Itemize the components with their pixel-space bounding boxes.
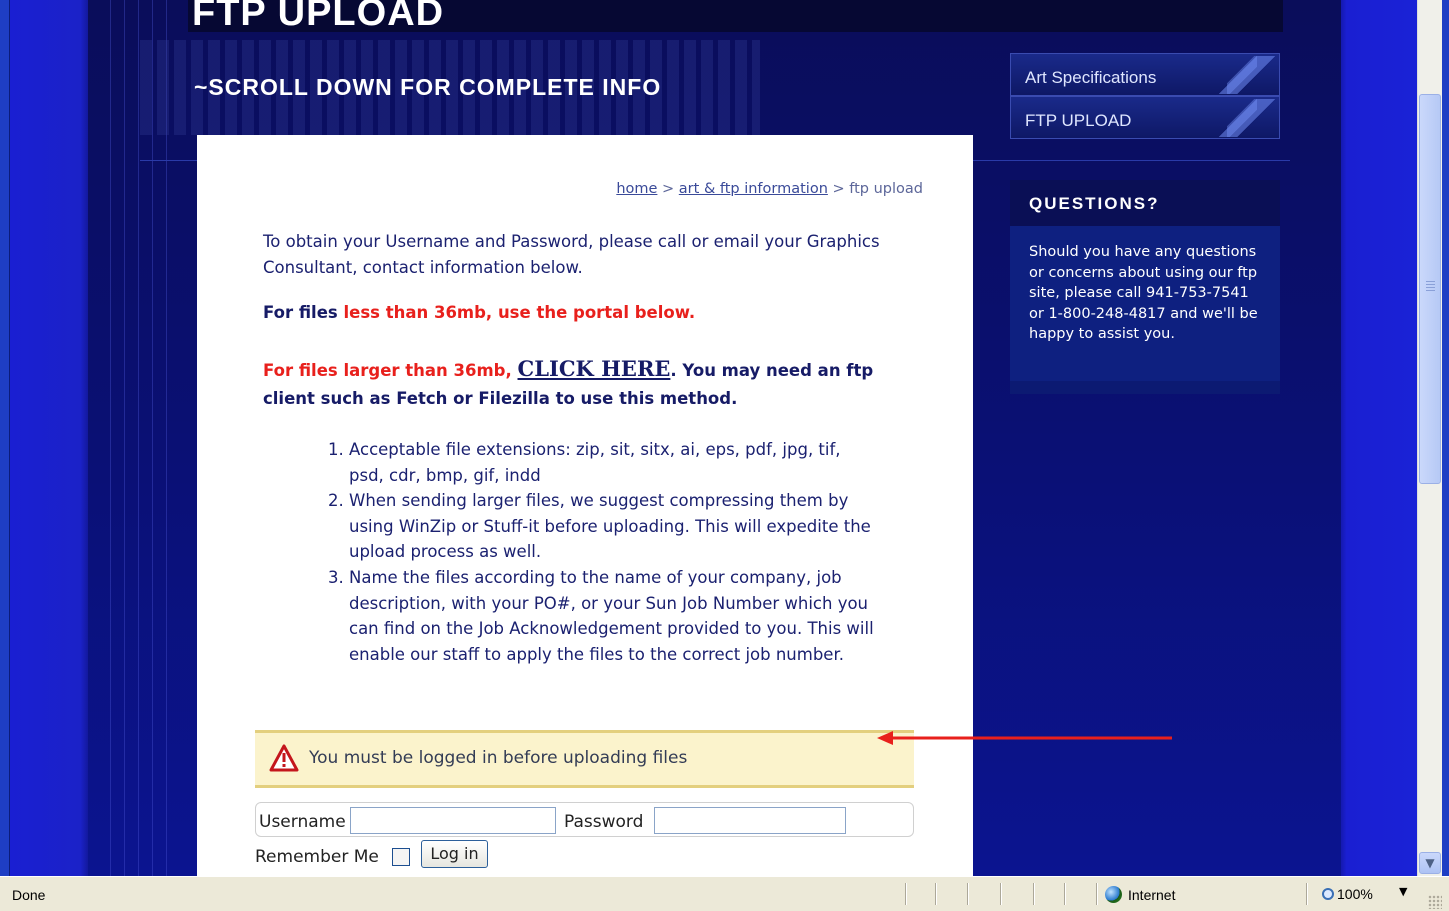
warning-icon [269,744,299,772]
intro-text: To obtain your Username and Password, pl… [263,232,880,277]
status-separator [1064,883,1065,905]
breadcrumb-separator: > [832,181,845,197]
resize-grip-icon[interactable] [1428,895,1442,909]
status-separator [1000,883,1001,905]
security-zone: Internet [1105,886,1175,903]
password-label: Password [564,812,644,832]
breadcrumb: home > art & ftp information > ftp uploa… [616,181,923,197]
questions-heading: QUESTIONS? [1010,180,1280,226]
breadcrumb-separator: > [662,181,675,197]
click-here-link[interactable]: CLICK HERE [518,356,671,381]
username-label: Username [259,812,346,832]
status-bar: Done Internet 100% ▼ [0,876,1449,911]
page-subtitle: ~SCROLL DOWN FOR COMPLETE INFO [194,74,662,100]
list-item: Acceptable file extensions: zip, sit, si… [349,437,879,488]
nav-item-ftp-upload[interactable]: FTP UPLOAD [1010,96,1280,139]
side-nav: Art Specifications FTP UPLOAD [1010,53,1280,139]
questions-panel: QUESTIONS? Should you have any questions… [1010,180,1280,394]
zoom-dropdown-icon[interactable]: ▼ [1399,885,1407,898]
list-item: Name the files according to the name of … [349,565,879,667]
status-separator [1033,883,1034,905]
annotation-arrow-icon [877,731,1172,745]
vertical-scrollbar[interactable]: ▼ [1417,0,1442,876]
zoom-level: 100% [1337,886,1373,902]
status-separator [1096,883,1097,905]
notice-text: You must be logged in before uploading f… [309,748,688,768]
small-files-highlight: less than 36mb, use the portal below. [343,303,696,322]
window-frame-right [1442,0,1449,911]
status-separator [935,883,936,905]
zoom-icon [1322,888,1334,900]
globe-icon [1105,886,1122,903]
main-content: home > art & ftp information > ftp uploa… [197,135,973,876]
small-files-prefix: For files [263,303,344,322]
chevron-right-icon [1219,99,1275,137]
zone-label: Internet [1128,887,1176,903]
status-text: Done [12,887,46,903]
scrollbar-thumb[interactable] [1419,94,1441,484]
login-form: Username Password [255,802,914,837]
zoom-control[interactable]: 100% [1322,886,1373,902]
chevron-right-icon [1219,56,1275,94]
status-separator [1306,883,1307,905]
breadcrumb-art-link[interactable]: art & ftp information [679,181,828,197]
login-button[interactable]: Log in [421,840,488,868]
login-required-notice: You must be logged in before uploading f… [255,730,914,788]
status-separator [967,883,968,905]
rules-list: Acceptable file extensions: zip, sit, si… [319,437,879,667]
status-separator [905,883,906,905]
password-input[interactable] [654,807,846,834]
username-input[interactable] [350,807,556,834]
nav-item-label: FTP UPLOAD [1025,111,1132,130]
page-title: FTP UPLOAD [192,0,445,34]
grip-icon [1426,281,1435,291]
breadcrumb-current: ftp upload [849,181,923,197]
nav-item-label: Art Specifications [1025,68,1157,87]
breadcrumb-home-link[interactable]: home [616,181,657,197]
nav-item-art-specifications[interactable]: Art Specifications [1010,53,1280,96]
scroll-down-button[interactable]: ▼ [1419,852,1441,874]
small-files-note: For files less than 36mb, use the portal… [263,303,695,322]
remember-me-checkbox[interactable] [392,848,410,866]
list-item: When sending larger files, we suggest co… [349,488,879,565]
questions-body: Should you have any questions or concern… [1010,226,1280,381]
large-files-highlight: For files larger than 36mb, [263,361,518,380]
remember-me-label: Remember Me [255,847,379,867]
window-frame-left [0,0,10,911]
large-files-note: For files larger than 36mb, CLICK HERE. … [263,355,923,413]
